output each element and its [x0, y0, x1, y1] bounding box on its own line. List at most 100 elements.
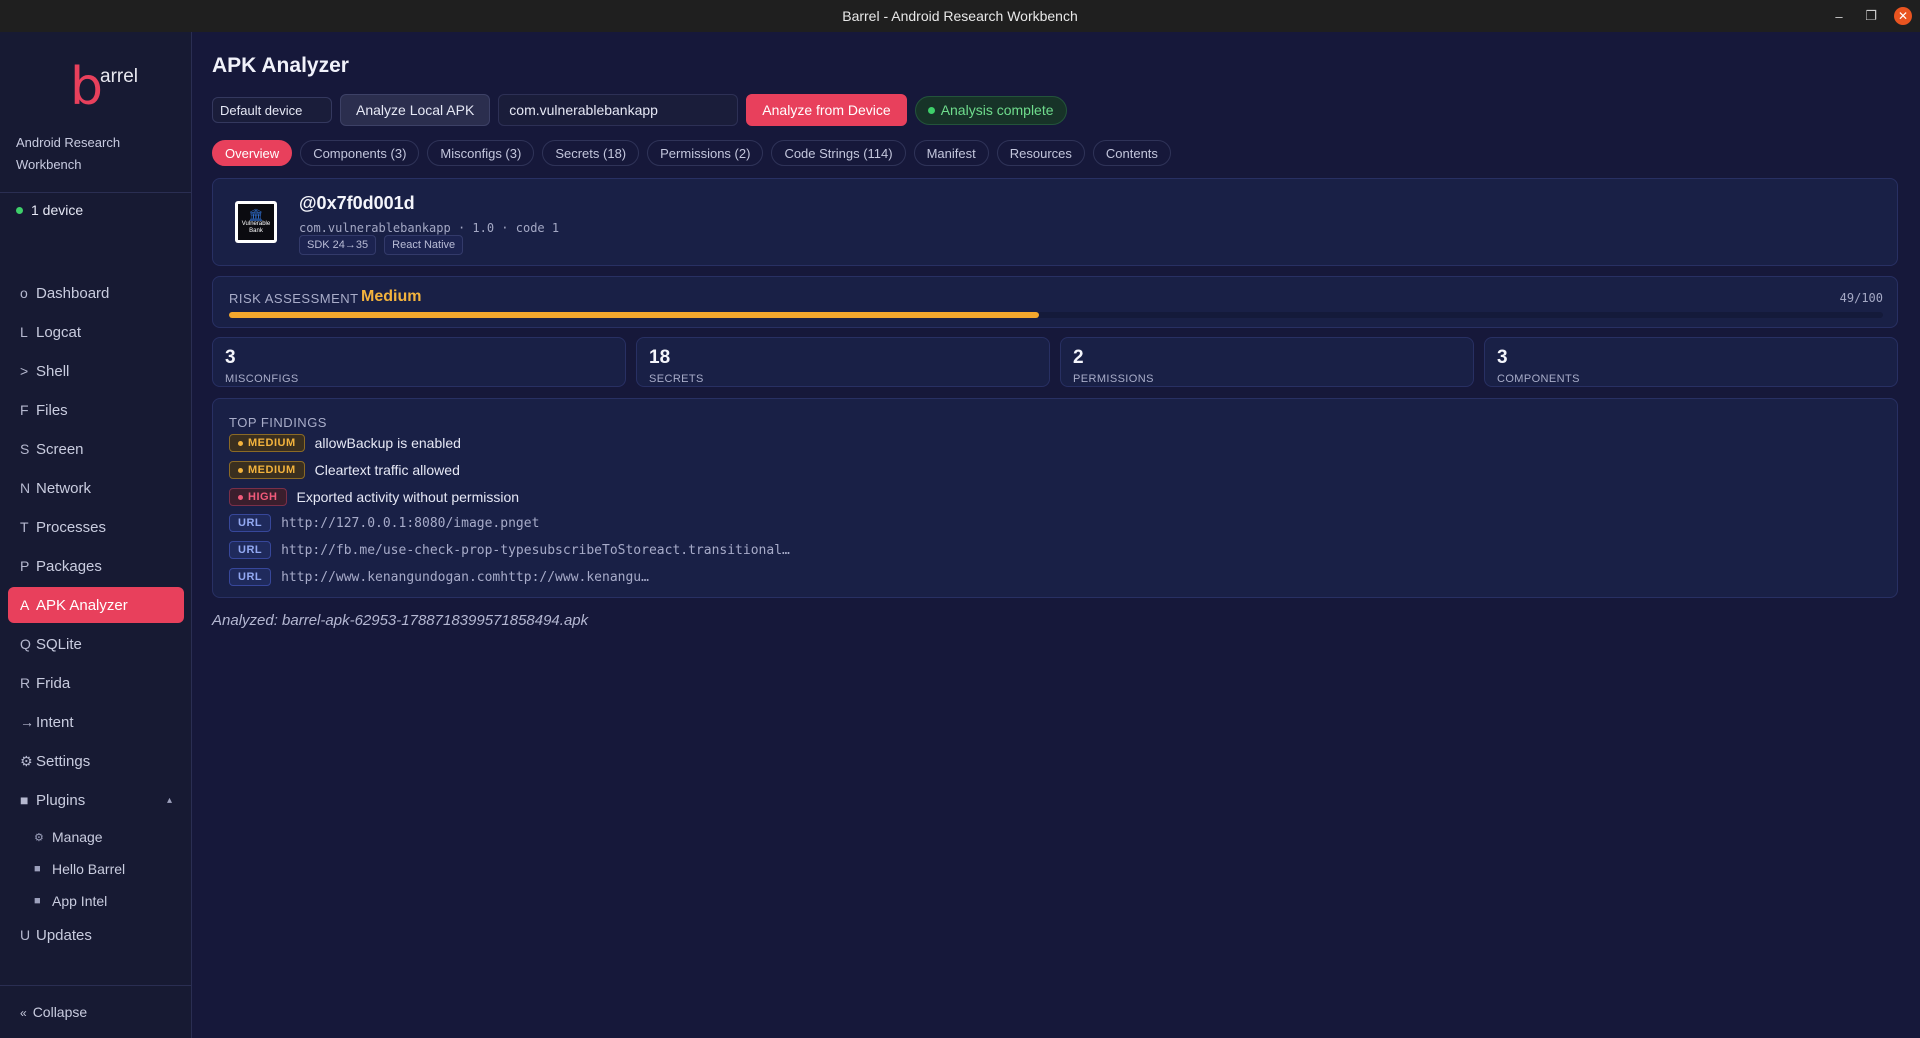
page-title: APK Analyzer [212, 54, 349, 77]
sidebar-item-screen[interactable]: S Screen [8, 431, 184, 467]
app-info-card: 🏛 Vulnerable Bank @0x7f0d001d com.vulner… [212, 178, 1898, 266]
plugin-square-icon: ■ [34, 863, 41, 875]
finding-row[interactable]: URL http://127.0.0.1:8080/image.pnget [229, 513, 539, 533]
apk-analyzer-icon: A [20, 597, 30, 613]
sidebar-item-files[interactable]: F Files [8, 392, 184, 428]
stat-label: PERMISSIONS [1073, 373, 1154, 385]
logo-b: b [70, 57, 104, 117]
tab-code-strings[interactable]: Code Strings (114) [771, 140, 906, 166]
packages-icon: P [20, 558, 30, 574]
sidebar-subitem-label: Hello Barrel [52, 861, 126, 877]
sidebar-item-shell[interactable]: > Shell [8, 353, 184, 389]
risk-progress-fill [229, 312, 1040, 318]
screen-icon: S [20, 441, 30, 457]
sidebar-subitem-label: Manage [52, 829, 103, 845]
sidebar-item-label: Files [36, 401, 68, 419]
toolbar: Default device Analyze Local APK com.vul… [212, 94, 1067, 126]
tab-components[interactable]: Components (3) [300, 140, 420, 166]
finding-url: http://www.kenangundogan.comhttp://www.k… [281, 569, 649, 585]
sidebar-item-label: Intent [36, 713, 74, 731]
window-title: Barrel - Android Research Workbench [842, 8, 1078, 24]
finding-row[interactable]: MEDIUM allowBackup is enabled [229, 433, 461, 453]
analyzer-tabs: Overview Components (3) Misconfigs (3) S… [212, 140, 1171, 166]
sidebar-item-label: Logcat [36, 323, 82, 341]
package-name-input[interactable]: com.vulnerablebankapp [498, 94, 739, 126]
sidebar-item-settings[interactable]: ⚙ Settings [8, 743, 184, 779]
sidebar-item-label: Shell [36, 362, 70, 380]
restore-icon[interactable]: ❐ [1862, 7, 1880, 25]
risk-progress-track [229, 312, 1883, 318]
stat-label: COMPONENTS [1497, 373, 1580, 385]
sidebar-item-network[interactable]: N Network [8, 470, 184, 506]
severity-dot-icon [238, 440, 243, 446]
minimize-icon[interactable]: – [1830, 7, 1848, 25]
sdk-chip: SDK 24→35 [299, 235, 377, 255]
app-icon-text: Vulnerable Bank [241, 221, 271, 234]
sidebar-item-label: Packages [36, 557, 102, 575]
collapse-button[interactable]: « Collapse [20, 1004, 87, 1020]
stat-permissions: 2 PERMISSIONS [1060, 337, 1474, 387]
stat-label: MISCONFIGS [225, 373, 299, 385]
sidebar-item-label: Processes [36, 518, 107, 536]
tab-contents[interactable]: Contents [1092, 140, 1171, 166]
tab-manifest[interactable]: Manifest [913, 140, 989, 166]
app-name: @0x7f0d001d [299, 193, 415, 213]
tab-resources[interactable]: Resources [996, 140, 1085, 166]
shell-icon: > [20, 363, 29, 379]
sidebar-item-dashboard[interactable]: o Dashboard [8, 275, 184, 311]
sidebar-item-logcat[interactable]: L Logcat [8, 314, 184, 350]
findings-title: TOP FINDINGS [229, 415, 327, 430]
app-icon: 🏛 Vulnerable Bank [235, 201, 277, 243]
sidebar-item-plugins[interactable]: ■ Plugins ▴ [8, 782, 184, 818]
window-controls: – ❐ ✕ [1830, 0, 1912, 32]
sidebar-subitem-manage[interactable]: ⚙ Manage [8, 821, 184, 853]
sidebar-item-frida[interactable]: R Frida [8, 665, 184, 701]
framework-chip: React Native [384, 235, 464, 255]
network-icon: N [20, 480, 31, 496]
status-dot-icon [16, 206, 23, 214]
finding-row[interactable]: HIGH Exported activity without permissio… [229, 487, 519, 507]
analyzed-file-label: Analyzed: barrel-apk-62953-1788718399571… [212, 612, 589, 629]
sidebar-item-sqlite[interactable]: Q SQLite [8, 626, 184, 662]
finding-url: http://fb.me/use-check-prop-typesubscrib… [281, 542, 790, 558]
finding-row[interactable]: MEDIUM Cleartext traffic allowed [229, 460, 460, 480]
sidebar-item-label: SQLite [36, 635, 82, 653]
tab-secrets[interactable]: Secrets (18) [542, 140, 640, 166]
tab-overview[interactable]: Overview [212, 140, 293, 166]
logo-text: arrel [100, 66, 139, 87]
stat-value: 3 [1497, 347, 1508, 368]
analyze-from-device-button[interactable]: Analyze from Device [746, 94, 907, 126]
plugin-square-icon: ■ [20, 792, 29, 808]
sidebar-item-packages[interactable]: P Packages [8, 548, 184, 584]
url-badge: URL [229, 514, 272, 532]
tab-permissions[interactable]: Permissions (2) [647, 140, 764, 166]
main-content: APK Analyzer Default device Analyze Loca… [212, 32, 1902, 1038]
analyze-local-apk-button[interactable]: Analyze Local APK [340, 94, 491, 126]
sidebar-item-processes[interactable]: T Processes [8, 509, 184, 545]
sidebar-subitem-hello-barrel[interactable]: ■ Hello Barrel [8, 853, 184, 885]
finding-row[interactable]: URL http://www.kenangundogan.comhttp://w… [229, 567, 649, 587]
sidebar-subitem-app-intel[interactable]: ■ App Intel [8, 885, 184, 917]
sidebar-item-label: Network [36, 479, 92, 497]
tab-misconfigs[interactable]: Misconfigs (3) [427, 140, 535, 166]
severity-label: HIGH [248, 491, 278, 503]
sidebar-item-apk-analyzer[interactable]: A APK Analyzer [8, 587, 184, 623]
severity-badge-medium: MEDIUM [229, 461, 305, 479]
sidebar-item-updates[interactable]: U Updates [8, 917, 184, 953]
vulnerable-bank-logo: 🏛 Vulnerable Bank [238, 204, 274, 240]
sidebar-item-intent[interactable]: → Intent [8, 704, 184, 740]
url-badge: URL [229, 541, 272, 559]
close-icon[interactable]: ✕ [1894, 7, 1912, 25]
sidebar-subtitle: Android Research Workbench [16, 135, 121, 172]
stat-label: SECRETS [649, 373, 704, 385]
sidebar-subitem-label: App Intel [52, 893, 108, 909]
device-select[interactable]: Default device [212, 97, 332, 123]
sidebar-divider [0, 985, 192, 986]
chevron-up-icon[interactable]: ▴ [167, 795, 172, 806]
finding-url: http://127.0.0.1:8080/image.pnget [281, 515, 540, 531]
sidebar-item-label: Dashboard [36, 284, 110, 302]
logcat-icon: L [20, 324, 28, 340]
sidebar-item-label: Updates [36, 926, 92, 944]
gear-icon: ⚙ [20, 752, 33, 769]
finding-row[interactable]: URL http://fb.me/use-check-prop-typesubs… [229, 540, 790, 560]
